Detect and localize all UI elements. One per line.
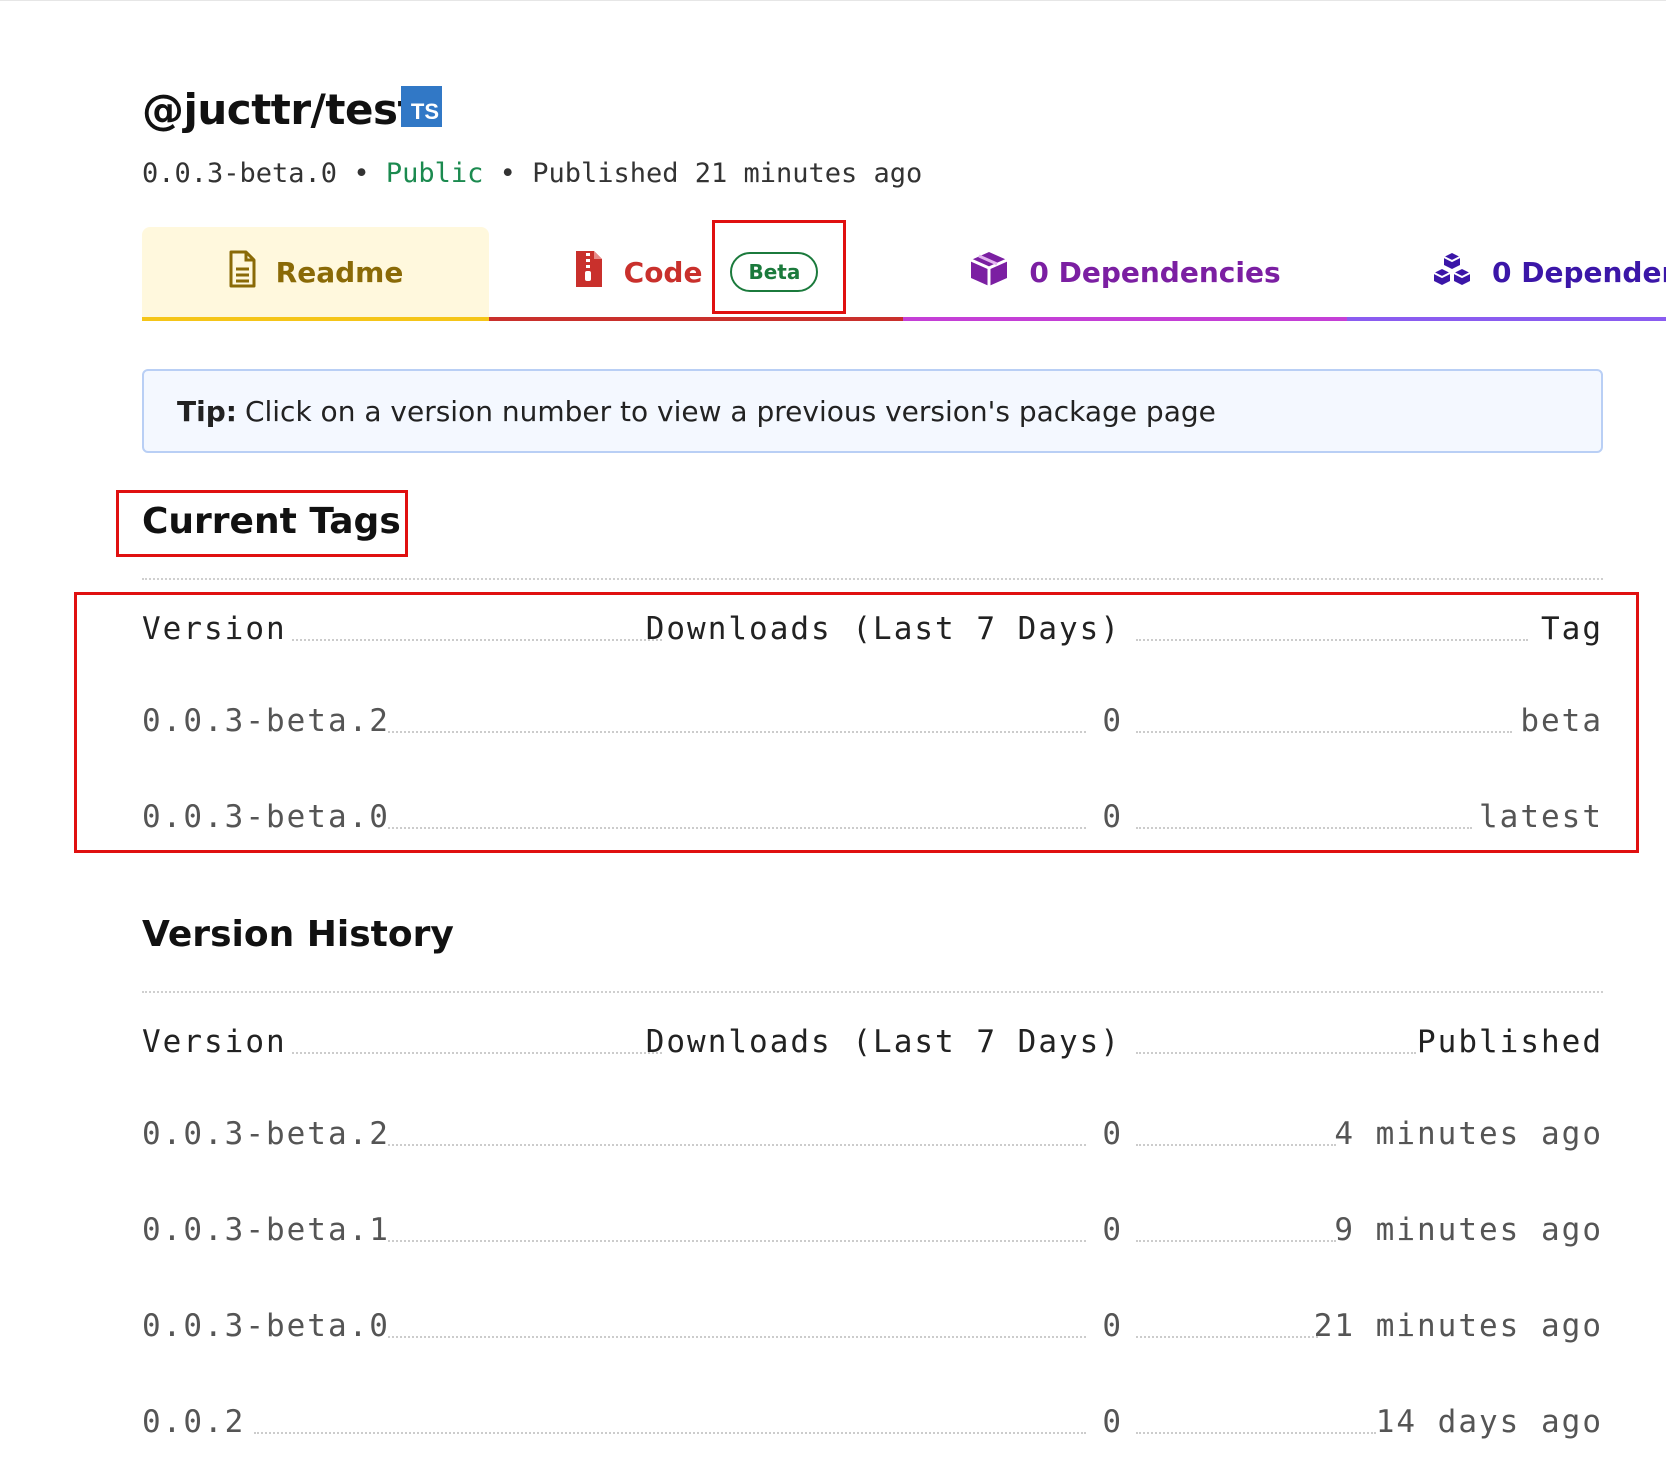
boxes-icon [1432, 251, 1472, 294]
package-name: @jucttr/test [142, 85, 418, 134]
version-link[interactable]: 0.0.3-beta.0 [142, 1304, 390, 1348]
section-divider [142, 578, 1603, 580]
table-row: 0.0.3-beta.1 0 9 minutes ago [142, 1208, 1603, 1252]
leader-dots [388, 1336, 1086, 1338]
version-link[interactable]: 0.0.3-beta.1 [142, 1208, 390, 1252]
leader-dots [1136, 827, 1472, 829]
column-header-downloads: Downloads (Last 7 Days) [645, 1024, 1121, 1060]
leader-dots [1136, 1052, 1416, 1054]
version-link[interactable]: 0.0.3-beta.0 [142, 795, 390, 839]
package-version: 0.0.3-beta.0 [142, 158, 338, 189]
published-time: 9 minutes ago [1334, 1212, 1603, 1248]
column-header-published: Published [1417, 1024, 1603, 1060]
table-row: 0.0.3-beta.2 0 4 minutes ago [142, 1112, 1603, 1156]
published-time: 21 minutes ago [1313, 1308, 1603, 1344]
meta-separator: • [483, 158, 533, 189]
table-row: 0.0.2 0 14 days ago [142, 1400, 1603, 1444]
version-link[interactable]: 0.0.3-beta.2 [142, 1112, 390, 1156]
column-header-version: Version [142, 1024, 287, 1060]
tip-label: Tip: [177, 394, 237, 428]
tip-text: Click on a version number to view a prev… [244, 394, 1216, 428]
section-divider [142, 991, 1603, 993]
leader-dots [1136, 1144, 1336, 1146]
version-history-header-row: Version Downloads (Last 7 Days) Publishe… [142, 1020, 1603, 1064]
column-header-downloads: Downloads (Last 7 Days) [645, 611, 1121, 647]
zip-file-icon [574, 249, 604, 296]
tab-code-label: Code [623, 255, 703, 289]
version-link[interactable]: 0.0.2 [142, 1400, 245, 1444]
leader-dots [388, 1240, 1086, 1242]
tag-name: latest [1479, 799, 1603, 835]
published-time: 14 days ago [1375, 1404, 1603, 1440]
leader-dots [254, 1432, 1086, 1434]
table-row: 0.0.3-beta.2 0 beta [142, 699, 1603, 743]
document-icon [228, 250, 256, 295]
version-history-title: Version History [142, 914, 454, 955]
leader-dots [388, 731, 1086, 733]
leader-dots [388, 827, 1086, 829]
downloads-count: 0 [1102, 1404, 1123, 1440]
tab-dependencies[interactable]: 0 Dependencies [903, 227, 1347, 321]
leader-dots [292, 1052, 662, 1054]
downloads-count: 0 [1102, 1308, 1123, 1344]
leader-dots [292, 639, 662, 641]
tab-dependents[interactable]: 0 Dependents [1347, 227, 1666, 321]
published-time: 4 minutes ago [1334, 1116, 1603, 1152]
leader-dots [1136, 1336, 1318, 1338]
version-link[interactable]: 0.0.3-beta.2 [142, 699, 390, 743]
downloads-count: 0 [1102, 1116, 1123, 1152]
leader-dots [1136, 639, 1528, 641]
tab-readme[interactable]: Readme [142, 227, 489, 321]
published-time: Published 21 minutes ago [532, 158, 923, 189]
tab-dependencies-label: 0 Dependencies [1029, 255, 1281, 289]
downloads-count: 0 [1102, 703, 1123, 739]
beta-badge: Beta [730, 252, 819, 292]
table-row: 0.0.3-beta.0 0 latest [142, 795, 1603, 839]
downloads-count: 0 [1102, 799, 1123, 835]
table-row: 0.0.3-beta.0 0 21 minutes ago [142, 1304, 1603, 1348]
tab-dependents-label: 0 Dependents [1492, 255, 1666, 289]
box-icon [969, 250, 1009, 295]
meta-separator: • [337, 158, 386, 189]
tab-readme-label: Readme [275, 255, 404, 289]
leader-dots [388, 1144, 1086, 1146]
tab-code[interactable]: Code Beta [489, 227, 903, 321]
package-meta: 0.0.3-beta.0 • Public • Published 21 min… [142, 158, 922, 190]
tag-name: beta [1520, 703, 1603, 739]
typescript-icon: TS [401, 86, 442, 127]
current-tags-title: Current Tags [142, 501, 401, 542]
tip-banner: Tip: Click on a version number to view a… [142, 369, 1603, 453]
downloads-count: 0 [1102, 1212, 1123, 1248]
current-tags-header-row: Version Downloads (Last 7 Days) Tag [142, 607, 1603, 651]
leader-dots [1136, 731, 1512, 733]
leader-dots [1136, 1240, 1336, 1242]
leader-dots [1136, 1432, 1376, 1434]
column-header-version: Version [142, 611, 287, 647]
top-border [0, 0, 1666, 1]
visibility-label: Public [385, 158, 484, 189]
column-header-tag: Tag [1541, 611, 1603, 647]
